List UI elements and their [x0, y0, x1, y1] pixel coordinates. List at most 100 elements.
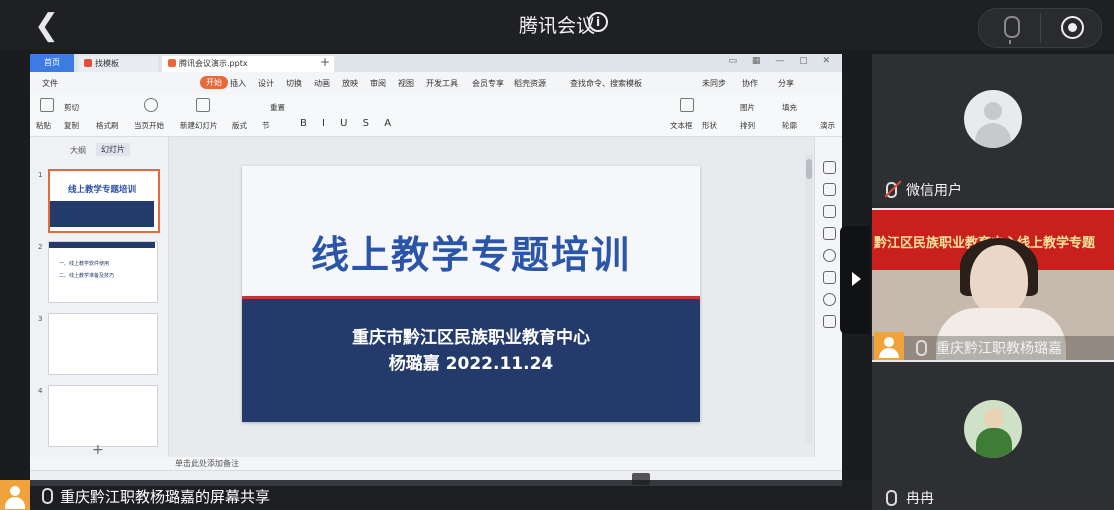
thumb-header-bar: [49, 242, 155, 248]
tab-home[interactable]: 首页: [30, 54, 74, 72]
slide-thumb-1[interactable]: 线上教学专题培训: [48, 169, 160, 233]
menu-transition[interactable]: 切换: [286, 78, 302, 89]
menu-devtools[interactable]: 开发工具: [426, 78, 458, 89]
menu-animation[interactable]: 动画: [314, 78, 330, 89]
thumb-number: 2: [38, 243, 43, 251]
ribbon-new-slide[interactable]: 新建幻灯片: [180, 120, 218, 131]
menu-bar: 文件 开始 插入 设计 切换 动画 放映 审阅 视图 开发工具 会员专享 稻壳资…: [30, 73, 842, 93]
notes-area[interactable]: 单击此处添加备注: [169, 457, 837, 470]
ribbon-picture[interactable]: 图片: [740, 102, 755, 113]
wps-tab-bar: 首页 找模板 腾讯会议演示.pptx + ▭ ▦ — ▢ ✕: [30, 54, 842, 72]
command-search[interactable]: 查找命令、搜索模板: [570, 78, 642, 89]
collab-button[interactable]: 协作: [742, 78, 758, 89]
mic-muted-icon: [886, 182, 897, 198]
new-slide-icon[interactable]: [196, 98, 210, 112]
slide-band: 重庆市黔江区民族职业教育中心 杨璐嘉 2022.11.24: [242, 299, 700, 422]
person-face: [970, 245, 1028, 315]
thumb-number: 4: [38, 387, 43, 395]
right-toolbar: [814, 137, 842, 457]
ribbon-shape[interactable]: 形状: [702, 120, 717, 131]
pptx-icon: [168, 59, 176, 67]
tab-template[interactable]: 找模板: [78, 56, 158, 72]
ribbon-section[interactable]: 节: [262, 120, 270, 131]
tab-outline[interactable]: 大纲: [70, 145, 86, 156]
help-icon[interactable]: [823, 249, 836, 262]
share-label: 重庆黔江职教杨璐嘉的屏幕共享: [60, 488, 271, 506]
menu-review[interactable]: 审阅: [370, 78, 386, 89]
menu-view[interactable]: 视图: [398, 78, 414, 89]
sync-status[interactable]: 未同步: [702, 78, 726, 89]
ribbon-present[interactable]: 演示: [820, 120, 835, 131]
ribbon-paste[interactable]: 粘贴: [36, 120, 51, 131]
location-icon[interactable]: [823, 293, 836, 306]
paste-icon[interactable]: [40, 98, 54, 112]
thumb-number: 1: [38, 171, 43, 179]
pin-icon[interactable]: [823, 205, 836, 218]
ribbon-layout[interactable]: 版式: [232, 120, 247, 131]
menu-docer[interactable]: 稻壳资源: [514, 78, 546, 89]
microphone-icon[interactable]: [1004, 16, 1020, 44]
participant-name: 冉冉: [906, 491, 934, 507]
shared-screen: 首页 找模板 腾讯会议演示.pptx + ▭ ▦ — ▢ ✕ 文件 开始 插入 …: [30, 54, 842, 486]
menu-slideshow[interactable]: 放映: [342, 78, 358, 89]
notes-hint: 单击此处添加备注: [175, 459, 239, 468]
tab-file-label: 腾讯会议演示.pptx: [179, 59, 248, 68]
ribbon-outline[interactable]: 轮廓: [782, 120, 797, 131]
camera-icon[interactable]: [1061, 16, 1084, 39]
ribbon-arrange[interactable]: 排列: [740, 120, 755, 131]
thumb-line: 一、线上教学软件使用: [59, 261, 110, 267]
participant-tile[interactable]: 微信用户: [872, 54, 1114, 204]
mic-icon: [886, 490, 897, 506]
ribbon-reset[interactable]: 重置: [270, 102, 285, 113]
top-controls: [978, 8, 1102, 48]
textbox-icon[interactable]: [680, 98, 694, 112]
ribbon-cut[interactable]: 剪切: [64, 102, 79, 113]
tab-slides[interactable]: 幻灯片: [96, 143, 130, 156]
info-icon[interactable]: i: [588, 12, 608, 32]
mic-icon: [42, 488, 53, 504]
copy-icon[interactable]: [823, 227, 836, 240]
slide-panel: 大纲 幻灯片 1 线上教学专题培训 2 一、线上教学软件使用 二、线上教学准备及…: [30, 137, 169, 458]
participant-name: 重庆黔江职教杨璐嘉: [936, 341, 1062, 357]
slide-organization: 重庆市黔江区民族职业教育中心: [352, 328, 590, 348]
menu-insert[interactable]: 插入: [230, 78, 246, 89]
tab-file[interactable]: 腾讯会议演示.pptx: [162, 56, 334, 72]
image-icon[interactable]: [823, 271, 836, 284]
ribbon: 粘贴 剪切 复制 格式刷 当页开始 新建幻灯片 版式 节 重置 B I U S …: [30, 94, 842, 137]
participant-tile[interactable]: 冉冉: [872, 362, 1114, 510]
font-style-buttons[interactable]: B I U S A: [300, 118, 397, 129]
scrollbar[interactable]: [805, 154, 813, 444]
participant-video[interactable]: 黔江区民族职业教育中心线上教学专题 重庆黔江职教杨璐嘉: [872, 208, 1114, 362]
menu-start[interactable]: 开始: [200, 76, 228, 89]
slide-presenter-date: 杨璐嘉 2022.11.24: [388, 354, 554, 374]
scrollbar-thumb[interactable]: [806, 159, 812, 179]
ribbon-format-painter[interactable]: 格式刷: [96, 120, 119, 131]
adjust-icon[interactable]: [823, 183, 836, 196]
ribbon-textbox[interactable]: 文本框: [670, 120, 693, 131]
ribbon-from-current[interactable]: 当页开始: [134, 120, 164, 131]
ribbon-copy[interactable]: 复制: [64, 120, 79, 131]
menu-member[interactable]: 会员专享: [472, 78, 504, 89]
ribbon-fill[interactable]: 填充: [782, 102, 797, 113]
thumb-line: 二、线上教学准备及技巧: [59, 273, 115, 279]
play-icon[interactable]: [144, 98, 158, 112]
current-slide[interactable]: 线上教学专题培训 重庆市黔江区民族职业教育中心 杨璐嘉 2022.11.24: [242, 166, 700, 422]
add-slide-icon[interactable]: +: [92, 442, 104, 458]
slide-thumb-3[interactable]: [48, 313, 158, 375]
collapse-panel-button[interactable]: [840, 226, 870, 334]
window-controls[interactable]: ▭ ▦ — ▢ ✕: [729, 56, 837, 66]
slide-thumb-2[interactable]: 一、线上教学软件使用 二、线上教学准备及技巧: [48, 241, 158, 303]
export-icon[interactable]: [823, 315, 836, 328]
slide-title: 线上教学专题培训: [310, 233, 631, 277]
slide-thumb-4[interactable]: [48, 385, 158, 447]
participant-name: 微信用户: [906, 183, 962, 199]
menu-file[interactable]: 文件: [42, 78, 58, 89]
thumb-band: [50, 201, 154, 227]
menu-design[interactable]: 设计: [258, 78, 274, 89]
meeting-title: 腾讯会议: [518, 15, 595, 37]
share-button[interactable]: 分享: [778, 78, 794, 89]
thumb-title: 线上教学专题培训: [67, 185, 136, 195]
new-tab-icon[interactable]: +: [320, 55, 330, 69]
style-icon[interactable]: [823, 161, 836, 174]
tab-template-label: 找模板: [95, 59, 119, 68]
